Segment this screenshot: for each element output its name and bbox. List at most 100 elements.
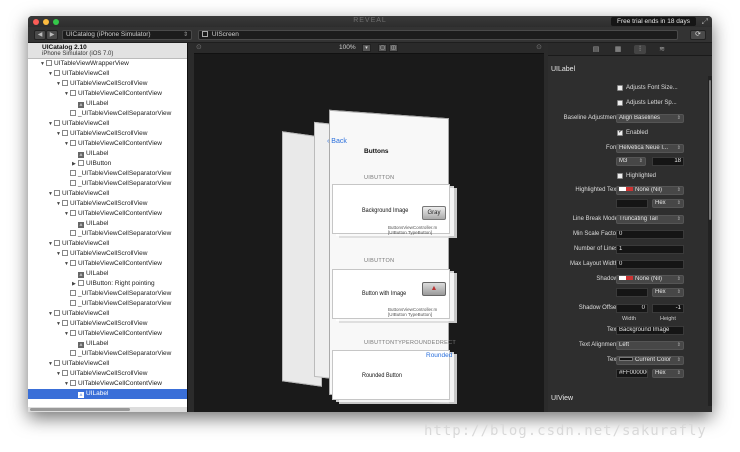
shadow-select[interactable]: None (Nil) ⇕ [616, 275, 684, 284]
shadow-offset-height-field[interactable]: -1 [652, 304, 684, 313]
layout-icon[interactable]: ▦ [612, 45, 624, 54]
tree-node[interactable]: ▼ UITableViewCellContentView [28, 259, 187, 269]
tree-node[interactable]: ▼ UITableViewCellScrollView [28, 129, 187, 139]
text-color-hex-select[interactable]: Hex ⇕ [652, 369, 684, 378]
trial-badge[interactable]: Free trial ends in 18 days [611, 17, 696, 26]
tree-node[interactable]: A UILabel [28, 339, 187, 349]
select-arrow-icon: ⇕ [676, 342, 681, 348]
shadow-offset-width-field[interactable]: 0 [616, 304, 648, 313]
back-nav-button[interactable]: ◀ [34, 30, 46, 40]
horizontal-scrollbar[interactable] [28, 407, 187, 412]
rounded-button[interactable]: Rounded [426, 352, 452, 359]
adjusts-font-size-checkbox[interactable] [617, 85, 623, 91]
text-field[interactable]: Background Image [616, 326, 684, 335]
shadow-hex-select[interactable]: Hex ⇕ [652, 288, 684, 297]
tree-node[interactable]: ▼ UITableViewCell [28, 119, 187, 129]
tree-node[interactable]: A UILabel [28, 389, 187, 399]
tree-node[interactable]: _UITableViewCellSeparatorView [28, 179, 187, 189]
tree-node[interactable]: ▼ UITableViewWrapperView [28, 59, 187, 69]
adjusts-letter-spacing-checkbox[interactable] [617, 100, 623, 106]
section-title-uiview[interactable]: UIView [551, 395, 573, 402]
text-color-value: Current Color [635, 357, 672, 363]
tree-node[interactable]: A UILabel [28, 269, 187, 279]
text-alignment-select[interactable]: Left ⇕ [616, 341, 684, 350]
font-size-field[interactable]: 18 [652, 157, 684, 166]
tree-node[interactable]: ▼ UITableViewCellContentView [28, 329, 187, 339]
image-button[interactable]: ▲ [422, 282, 446, 296]
breadcrumb-item[interactable]: UIScreen [212, 31, 239, 38]
tree-node[interactable]: ▼ UITableViewCell [28, 69, 187, 79]
tree-node-label: UITableViewCell [62, 310, 110, 317]
layers-icon[interactable]: ≋ [656, 45, 668, 54]
text-color-select[interactable]: Current Color ⇕ [616, 356, 684, 365]
tree-node[interactable]: A UILabel [28, 219, 187, 229]
select-arrow-icon: ⇕ [676, 145, 681, 151]
tree-node[interactable]: ▶ UIButton: Right pointing [28, 279, 187, 289]
max-width-field[interactable]: 0 [616, 260, 684, 269]
lines-field[interactable]: 1 [616, 245, 684, 254]
collapse-left-icon[interactable]: ⊙ [196, 43, 202, 51]
text-color-hex-field[interactable]: #FF000000 [616, 369, 648, 378]
tree-node[interactable]: ▼ UITableViewCell [28, 359, 187, 369]
baseline-select[interactable]: Align Baselines ⇕ [616, 114, 684, 123]
highlighted-hex-select[interactable]: Hex ⇕ [652, 199, 684, 208]
zoom-level[interactable]: 100% [339, 44, 356, 51]
app-info-header[interactable]: UICatalog 2.10 iPhone Simulator (iOS 7.0… [28, 43, 187, 59]
forward-nav-button[interactable]: ▶ [46, 30, 58, 40]
3d-stage[interactable]: ‹ Back Buttons UIBUTTON Background Image… [194, 54, 544, 412]
tree-node[interactable]: ▼ UITableViewCell [28, 309, 187, 319]
line-break-select[interactable]: Truncating Tail ⇕ [616, 215, 684, 224]
gray-button[interactable]: Gray [422, 206, 446, 220]
fullscreen-icon[interactable]: ⤢ [702, 17, 708, 27]
font-select[interactable]: Helvetica Neue I... ⇕ [616, 144, 684, 153]
tree-node[interactable]: ▶ UIButton [28, 159, 187, 169]
tree-node[interactable]: _UITableViewCellSeparatorView [28, 109, 187, 119]
cell-subtitle: ButtonsViewController.m [UIButton TypeBu… [388, 307, 437, 317]
tree-node[interactable]: ▼ UITableViewCellScrollView [28, 369, 187, 379]
tree-node[interactable]: A UILabel [28, 149, 187, 159]
app-selector-dropdown[interactable]: UICatalog (iPhone Simulator) ⇕ [62, 30, 192, 40]
2d-view-icon[interactable]: ▢ [378, 44, 387, 52]
zoom-stepper[interactable]: ▾ [362, 44, 371, 52]
tree-node[interactable]: ▼ UITableViewCellScrollView [28, 249, 187, 259]
line-break-value: Truncating Tail [619, 216, 658, 222]
attributes-icon[interactable]: ⫶ [634, 45, 646, 54]
tree-node[interactable]: ▼ UITableViewCellContentView [28, 89, 187, 99]
tree-node[interactable]: A UILabel [28, 99, 187, 109]
tree-node-label: UITableViewCellScrollView [70, 80, 148, 87]
back-button[interactable]: ‹ Back [327, 138, 347, 145]
tree-node[interactable]: ▼ UITableViewCellScrollView [28, 79, 187, 89]
enabled-checkbox[interactable] [617, 128, 623, 136]
select-arrow-icon: ⇕ [676, 200, 681, 206]
shadow-hex-field[interactable] [616, 288, 648, 297]
highlighted-checkbox[interactable] [617, 173, 623, 179]
highlighted-hex-field[interactable] [616, 199, 648, 208]
highlighted-text-select[interactable]: None (Nil) ⇕ [616, 186, 684, 195]
tree-node[interactable]: ▼ UITableViewCellContentView [28, 209, 187, 219]
tree-node[interactable]: ▼ UITableViewCellScrollView [28, 319, 187, 329]
tree-node[interactable]: ▼ UITableViewCell [28, 239, 187, 249]
view-icon [54, 240, 60, 246]
tree-node[interactable]: _UITableViewCellSeparatorView [28, 229, 187, 239]
tree-node[interactable]: _UITableViewCellSeparatorView [28, 289, 187, 299]
3d-view-icon[interactable]: ◫ [389, 44, 398, 52]
document-icon[interactable]: ▤ [590, 45, 602, 54]
scrollbar-thumb[interactable] [30, 408, 130, 411]
tree-node[interactable]: _UITableViewCellSeparatorView [28, 299, 187, 309]
font-style-select[interactable]: M3 ⇕ [616, 157, 646, 166]
section-title-uilabel[interactable]: UILabel [551, 66, 575, 73]
refresh-button[interactable]: ⟳ [690, 30, 706, 40]
tree-node[interactable]: ▼ UITableViewCell [28, 189, 187, 199]
section-header: UIBUTTON [364, 258, 395, 264]
tree-node[interactable]: ▼ UITableViewCellScrollView [28, 199, 187, 209]
inspector-scrollbar[interactable] [708, 76, 712, 406]
breadcrumb-bar[interactable]: UIScreen [198, 30, 678, 40]
width-caption: Width [622, 316, 637, 322]
tree-node[interactable]: _UITableViewCellSeparatorView [28, 349, 187, 359]
collapse-right-icon[interactable]: ⊙ [536, 43, 542, 51]
tree-node[interactable]: ▼ UITableViewCellContentView [28, 379, 187, 389]
tree-node[interactable]: _UITableViewCellSeparatorView [28, 169, 187, 179]
min-scale-field[interactable]: 0 [616, 230, 684, 239]
tree-node[interactable]: ▼ UITableViewCellContentView [28, 139, 187, 149]
scrollbar-thumb[interactable] [709, 80, 711, 220]
